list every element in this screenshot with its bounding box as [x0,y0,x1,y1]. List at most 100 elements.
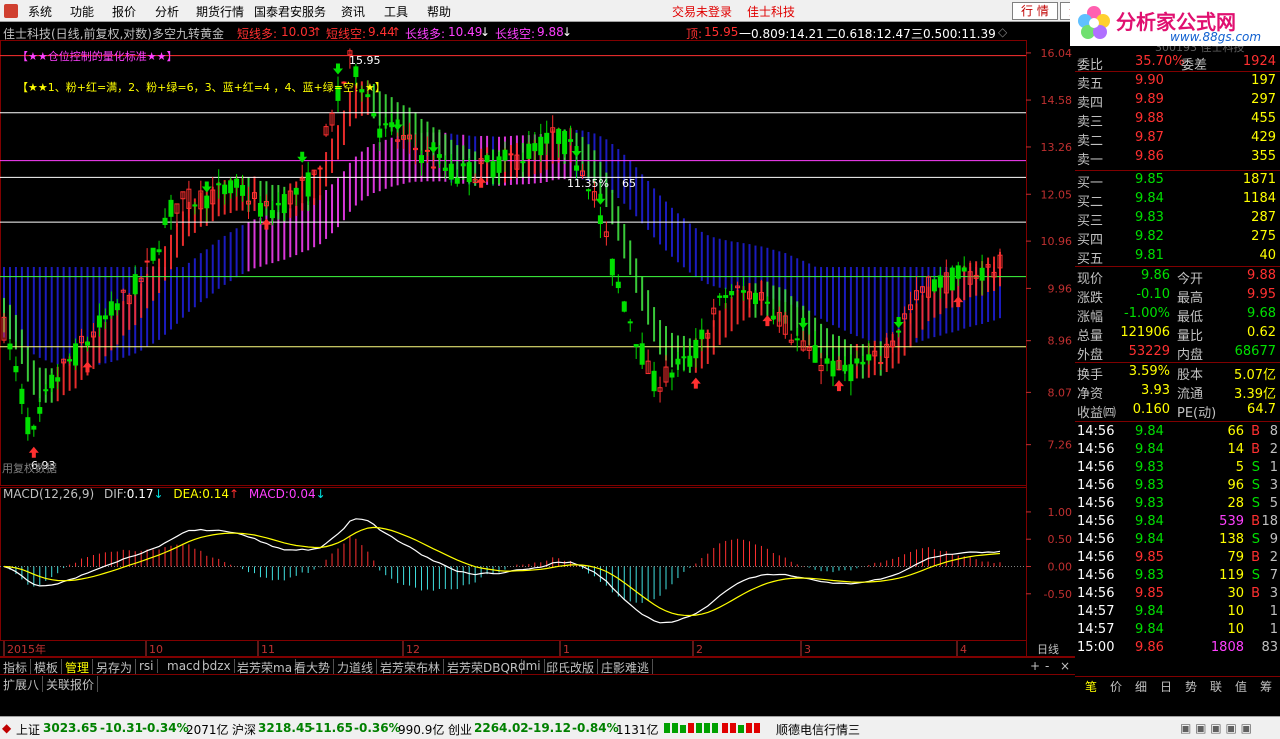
indicator-tab[interactable]: bdzx [199,659,235,673]
ask-level-row[interactable]: 卖三 9.88 455 [1075,110,1280,130]
tick-row[interactable]: 14:56 9.83 119 S 7 [1075,567,1280,585]
menu-tools[interactable]: 工具 [384,3,408,20]
stat-row[interactable]: 外盘 53229 内盘 68677 [1075,343,1280,363]
candle-body [532,143,538,152]
bid-level-row[interactable]: 买二 9.84 1184 [1075,190,1280,210]
cy-label[interactable]: 创业 [448,721,472,738]
tick-row[interactable]: 14:56 9.84 539 B 18 [1075,513,1280,531]
tick-row[interactable]: 14:57 9.84 10 1 [1075,603,1280,621]
bid-level-row[interactable]: 买四 9.82 275 [1075,228,1280,248]
candle-body [67,359,73,362]
candle-body [216,183,222,186]
stat-value: 9.86 [1141,268,1170,283]
stat-value: 9.95 [1247,287,1276,302]
menu-function[interactable]: 功能 [70,3,94,20]
menu-gtja-service[interactable]: 国泰君安服务 [254,3,326,20]
tick-time: 14:57 [1077,622,1115,637]
position-title: 【★★仓位控制的量化标准★★】 [17,50,178,63]
menu-news[interactable]: 资讯 [341,3,365,20]
stat-row[interactable]: 换手 3.59% 股本 5.07亿 [1075,363,1280,383]
current-stock: 佳士科技 [747,5,796,19]
bid-level-row[interactable]: 买一 9.85 1871 [1075,171,1280,191]
candle-body [55,377,61,382]
ask-level-row[interactable]: 卖五 9.90 197 [1075,72,1280,92]
sz-label[interactable]: 沪深 [232,721,256,738]
indicator-tab[interactable]: dmi [515,659,545,673]
candle-body [574,165,580,171]
tick-row[interactable]: 14:56 9.83 5 S 1 [1075,459,1280,477]
sh-label[interactable]: 上证 [16,721,40,738]
extension-tab[interactable]: 关联报价 [43,676,99,693]
candle-body [949,267,955,291]
tick-direction: S [1251,568,1260,583]
tick-volume: 10 [1227,604,1244,619]
menu-analysis[interactable]: 分析 [155,3,179,20]
down-arrow-icon: ↓ [480,25,491,39]
indicator-tab-bar: 指标 模板 管理 另存为 rsi macd bdzx 岩芳荣ma 看大势 力道线 岩芳荣布林 岩芳荣D… [0,657,1075,676]
price-tick-label: 8.07 [1048,386,1073,399]
candle-body [717,295,723,298]
cy-change: -19.12 [528,721,571,735]
macd-title[interactable]: MACD(12,26,9) [3,487,94,501]
stat-label: 今开 [1177,272,1204,287]
tick-time: 14:56 [1077,478,1115,493]
ask-level-row[interactable]: 卖二 9.87 429 [1075,129,1280,149]
ask-level-row[interactable]: 卖一 9.86 355 [1075,148,1280,168]
tick-row[interactable]: 14:56 9.84 66 B 8 [1075,423,1280,441]
tick-row[interactable]: 15:00 9.86 1808 83 [1075,639,1280,657]
stat-row[interactable]: 现价 9.86 今开 9.88 [1075,267,1280,287]
candle-body [108,301,114,316]
bid-price: 9.82 [1135,229,1164,244]
stat-row[interactable]: 涨幅 -1.00% 最低 9.68 [1075,305,1280,325]
tick-row[interactable]: 14:56 9.83 28 S 5 [1075,495,1280,513]
tick-volume: 30 [1227,586,1244,601]
indicator-tab[interactable]: rsi [136,659,158,673]
tick-row[interactable]: 14:57 9.84 10 1 [1075,621,1280,639]
time-tick-label: 2015年 [7,642,46,656]
bid-level-row[interactable]: 买五 9.81 40 [1075,247,1280,267]
close-button[interactable]: × [1060,659,1070,673]
candle-body [693,339,699,359]
price-axis: 16.04 14.58 13.26 12.05 10.96 9.96 8.96 8.07 7.2… [1026,47,1072,452]
tick-row[interactable]: 14:56 9.84 138 S 9 [1075,531,1280,549]
ask-level-row[interactable]: 卖四 9.89 297 [1075,91,1280,111]
stat-value: 9.88 [1247,268,1276,283]
menu-futures[interactable]: 期货行情 [196,3,244,20]
ask-volume: 297 [1251,92,1276,107]
extension-tab[interactable]: 扩展八 [0,676,44,693]
candle-body [371,112,377,117]
stat-row[interactable]: 净资 3.93 流通 3.39亿 [1075,382,1280,402]
candle-body [842,364,848,372]
tick-volume: 10 [1227,622,1244,637]
bid-level-row[interactable]: 买三 9.83 287 [1075,209,1280,229]
zoom-out-button[interactable]: - [1045,659,1049,673]
menu-help[interactable]: 帮助 [427,3,451,20]
candle-body [293,187,299,195]
candle-body [770,315,776,320]
macd-header: MACD(12,26,9) DIF:0.17↓ DEA:0.14↑ MACD:0… [3,487,326,501]
data-source[interactable]: 顺德电信行情三 [776,721,860,738]
tick-row[interactable]: 14:56 9.85 79 B 2 [1075,549,1280,567]
chart-area[interactable]: 16.04 14.58 13.26 12.05 10.96 9.96 8.96 8.07 7.2… [0,40,1075,657]
trade-status[interactable]: 交易未登录 [672,3,732,20]
tick-row[interactable]: 14:56 9.83 96 S 3 [1075,477,1280,495]
candle-body [794,338,800,341]
stat-value: 121906 [1120,325,1170,340]
stat-row[interactable]: 涨跌 -0.10 最高 9.95 [1075,286,1280,306]
stat-value: -0.10 [1136,287,1170,302]
menu-system[interactable]: 系统 [28,3,52,20]
tick-row[interactable]: 14:56 9.84 14 B 2 [1075,441,1280,459]
tick-count: 2 [1269,550,1278,565]
stat-row[interactable]: 收益㈣ 0.160 PE(动) 64.7 [1075,401,1280,421]
stat-row[interactable]: 总量 121906 量比 0.62 [1075,324,1280,344]
zoom-in-button[interactable]: + [1030,659,1040,673]
candle-body [609,258,615,276]
site-logo: 分析家公式网 www.88gs.com [1070,0,1280,46]
tick-row[interactable]: 14:56 9.85 30 B 3 [1075,585,1280,603]
quote-button[interactable]: 行 情 [1012,2,1058,20]
app-icon [4,4,18,18]
tick-time: 14:56 [1077,496,1115,511]
menu-quote[interactable]: 报价 [112,3,136,20]
diamond-icon[interactable]: ◇ [998,25,1007,39]
candlesticks [1,48,1003,441]
